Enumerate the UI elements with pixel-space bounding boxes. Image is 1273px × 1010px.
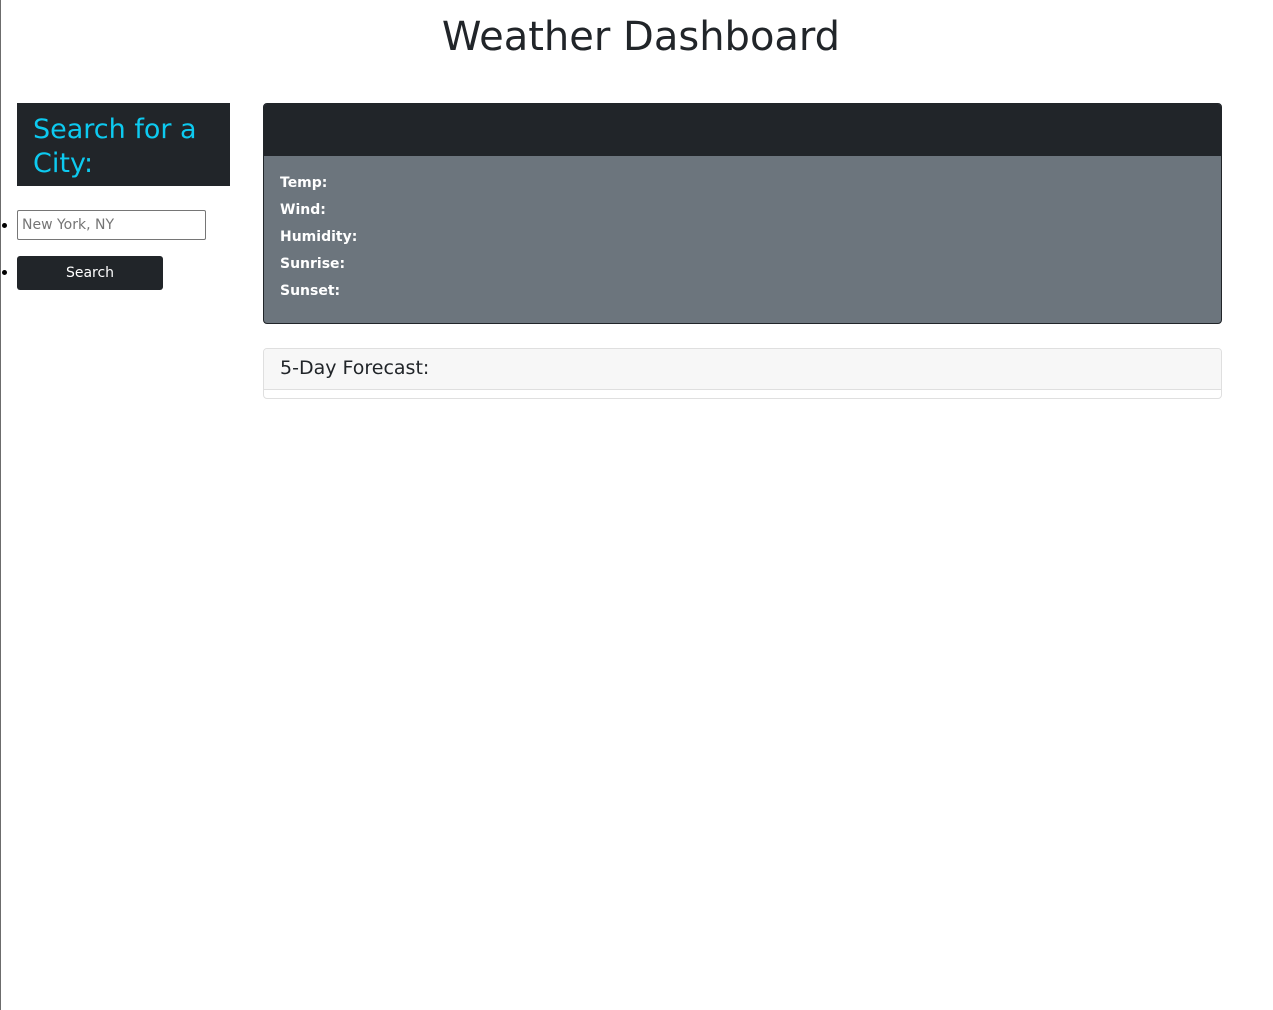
forecast-card: 5-Day Forecast: xyxy=(263,348,1222,399)
page-title: Weather Dashboard xyxy=(441,14,841,60)
search-button[interactable]: Search xyxy=(17,256,163,290)
temp-label: Temp: xyxy=(280,175,328,191)
page: Weather Dashboard Search for a City: Sea… xyxy=(0,0,1273,1010)
city-search-input[interactable] xyxy=(17,210,206,240)
current-weather-card: Temp: Wind: Humidity: Sunrise: Sunset: xyxy=(263,103,1222,324)
search-heading: Search for a City: xyxy=(17,103,230,186)
wind-label: Wind: xyxy=(280,202,326,218)
list-bullet xyxy=(2,223,7,228)
list-bullet xyxy=(2,270,7,275)
current-weather-body: Temp: Wind: Humidity: Sunrise: Sunset: xyxy=(264,156,1221,305)
forecast-heading: 5-Day Forecast: xyxy=(264,349,1221,390)
humidity-label: Humidity: xyxy=(280,229,358,245)
current-weather-header xyxy=(264,104,1221,156)
sunrise-label: Sunrise: xyxy=(280,256,346,272)
sunset-label: Sunset: xyxy=(280,283,341,299)
